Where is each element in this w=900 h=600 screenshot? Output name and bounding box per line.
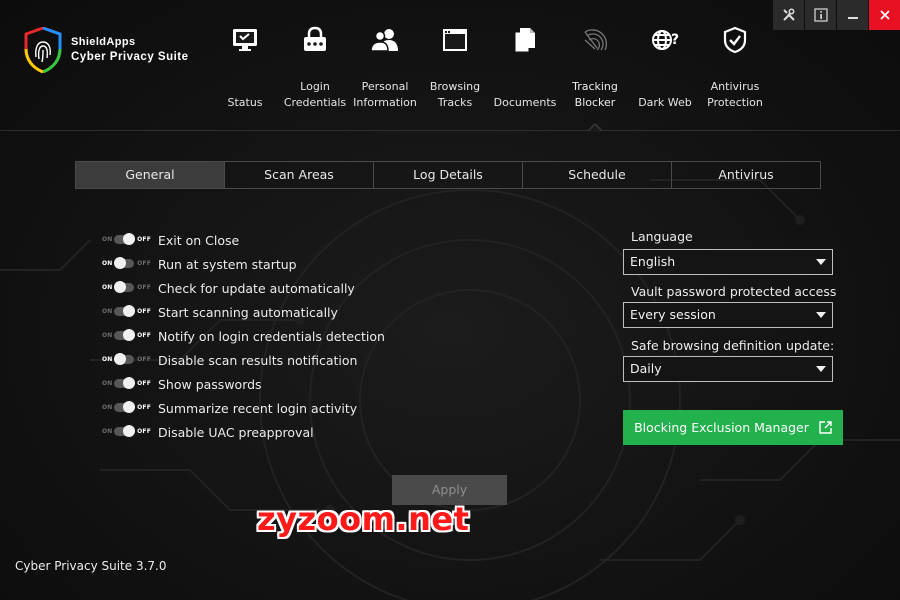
documents-icon	[514, 28, 535, 53]
globe-question-icon: ?	[652, 30, 679, 50]
safe-browsing-label: Safe browsing definition update:	[631, 338, 835, 353]
minimize-icon	[847, 17, 858, 19]
nav-status[interactable]: Status	[210, 0, 280, 131]
users-icon	[371, 29, 398, 52]
main-nav: Status Login Credentials Personal Informat…	[210, 0, 770, 132]
setting-label: Check for update automatically	[158, 280, 355, 296]
toggle-switch[interactable]: ON OFF	[100, 425, 151, 438]
vault-access-label: Vault password protected access	[631, 284, 837, 299]
safe-browsing-select[interactable]: Daily	[623, 356, 833, 382]
nav-browsing-tracks[interactable]: Browsing Tracks	[420, 0, 490, 131]
nav-login-credentials[interactable]: Login Credentials	[280, 0, 350, 131]
toggle-switch[interactable]: ON OFF	[100, 377, 151, 390]
shield-check-icon	[723, 26, 747, 54]
svg-text:?: ?	[671, 32, 679, 48]
setting-label: Disable scan results notification	[158, 352, 358, 368]
setting-show-passwords: ON OFF Show passwords	[100, 372, 385, 396]
setting-label: Disable UAC preapproval	[158, 424, 314, 440]
setting-summarize-login-activity: ON OFF Summarize recent login activity	[100, 396, 385, 420]
close-button[interactable]	[869, 0, 900, 30]
setting-start-scanning: ON OFF Start scanning automatically	[100, 300, 385, 324]
setting-disable-uac-preapproval: ON OFF Disable UAC preapproval	[100, 420, 385, 444]
general-settings-list: ON OFF Exit on Close ON OFF Run at system …	[100, 228, 385, 444]
setting-notify-login-detection: ON OFF Notify on login credentials detect…	[100, 324, 385, 348]
language-label: Language	[631, 229, 693, 244]
language-select[interactable]: English	[623, 249, 833, 275]
nav-personal-information[interactable]: Personal Information	[350, 0, 420, 131]
nav-antivirus-protection[interactable]: Antivirus Protection	[700, 0, 770, 131]
window-controls	[772, 0, 900, 30]
tab-general[interactable]: General	[76, 162, 225, 188]
blocking-exclusion-manager-button[interactable]: Blocking Exclusion Manager	[623, 410, 843, 445]
shield-fingerprint-logo-icon	[24, 27, 62, 73]
nav-documents[interactable]: Documents	[490, 0, 560, 131]
product-name: Cyber Privacy Suite	[71, 51, 189, 63]
chevron-down-icon	[816, 312, 826, 318]
setting-check-for-update: ON OFF Check for update automatically	[100, 276, 385, 300]
setting-label: Exit on Close	[158, 232, 240, 248]
minimize-button[interactable]	[837, 0, 868, 30]
version-label: Cyber Privacy Suite 3.7.0	[15, 559, 167, 573]
toggle-switch[interactable]: ON OFF	[100, 305, 151, 318]
monitor-icon	[233, 29, 257, 51]
settings-tabs: General Scan Areas Log Details Schedule …	[75, 161, 821, 189]
chevron-down-icon	[816, 259, 826, 265]
setting-exit-on-close: ON OFF Exit on Close	[100, 228, 385, 252]
password-lock-icon	[304, 26, 326, 51]
setting-label: Notify on login credentials detection	[158, 328, 385, 344]
header-bar: ShieldApps Cyber Privacy Suite Status Lo…	[0, 0, 900, 132]
brand-name: ShieldApps	[71, 36, 136, 48]
toggle-switch[interactable]: ON OFF	[100, 329, 151, 342]
setting-label: Start scanning automatically	[158, 304, 338, 320]
info-button[interactable]	[805, 0, 836, 30]
setting-label: Summarize recent login activity	[158, 400, 358, 416]
setting-label: Run at system startup	[158, 256, 297, 272]
chevron-down-icon	[816, 366, 826, 372]
watermark-text: zyzoom.net	[257, 500, 470, 538]
close-icon	[879, 10, 890, 20]
setting-label: Show passwords	[158, 376, 262, 392]
toggle-switch[interactable]: ON OFF	[100, 233, 151, 246]
toggle-switch[interactable]: ON OFF	[100, 257, 151, 270]
tools-button[interactable]	[773, 0, 804, 30]
tab-antivirus[interactable]: Antivirus	[672, 162, 820, 188]
nav-tracking-blocker[interactable]: Tracking Blocker	[560, 0, 630, 132]
browser-window-icon	[443, 29, 467, 51]
toggle-switch[interactable]: ON OFF	[100, 353, 151, 366]
nav-dark-web[interactable]: ? Dark Web	[630, 0, 700, 131]
toggle-switch[interactable]: ON OFF	[100, 401, 151, 414]
brand: ShieldApps Cyber Privacy Suite	[24, 27, 189, 73]
external-link-icon	[819, 421, 832, 434]
toggle-switch[interactable]: ON OFF	[100, 281, 151, 294]
tab-log-details[interactable]: Log Details	[374, 162, 523, 188]
setting-disable-scan-notification: ON OFF Disable scan results notification	[100, 348, 385, 372]
radar-icon	[584, 29, 608, 51]
info-icon	[813, 8, 828, 22]
vault-access-select[interactable]: Every session	[623, 302, 833, 328]
tab-scan-areas[interactable]: Scan Areas	[225, 162, 374, 188]
setting-run-at-startup: ON OFF Run at system startup	[100, 252, 385, 276]
tools-icon	[782, 8, 795, 21]
tab-schedule[interactable]: Schedule	[523, 162, 672, 188]
